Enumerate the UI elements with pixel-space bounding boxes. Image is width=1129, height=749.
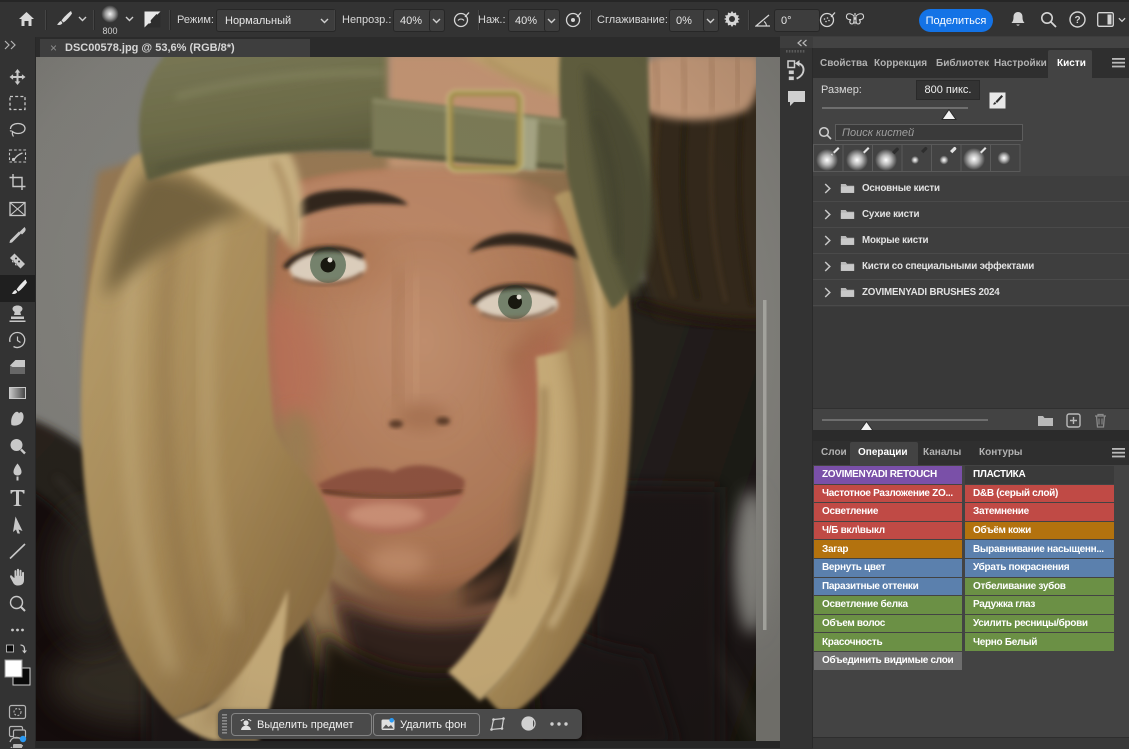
svg-text:?: ? xyxy=(1074,15,1080,26)
